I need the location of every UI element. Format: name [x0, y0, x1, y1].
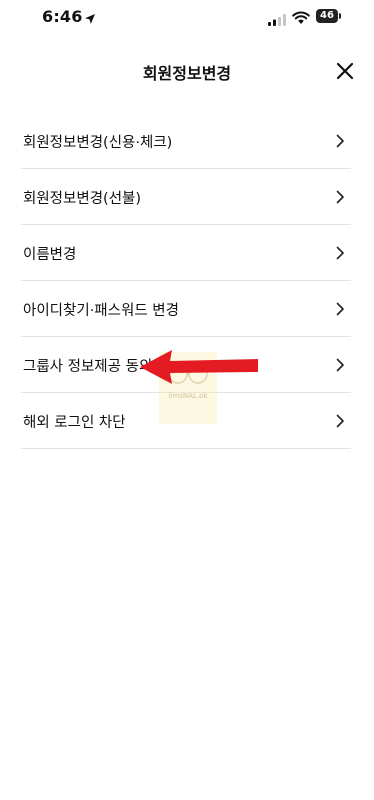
chevron-right-icon [336, 413, 345, 432]
location-arrow-icon [84, 10, 96, 29]
chevron-right-icon [336, 245, 345, 264]
menu-item-label: 아이디찾기·패스워드 변경 [23, 303, 179, 319]
menu-item-find-id-change-password[interactable]: 아이디찾기·패스워드 변경 [21, 281, 351, 337]
menu-item-label: 그룹사 정보제공 동의 [23, 359, 153, 375]
close-button[interactable] [334, 60, 356, 82]
cellular-signal-icon [268, 11, 286, 30]
menu-list: 회원정보변경(신용·체크) 회원정보변경(선불) 이름변경 아이디찾기·패스워드… [21, 113, 351, 449]
status-time: 6:46 [42, 7, 83, 26]
chevron-right-icon [336, 189, 345, 208]
menu-item-member-info-credit-check[interactable]: 회원정보변경(신용·체크) [21, 113, 351, 169]
menu-item-group-info-consent[interactable]: 그룹사 정보제공 동의 [21, 337, 351, 393]
wifi-icon [292, 10, 310, 29]
menu-item-label: 해외 로그인 차단 [23, 415, 126, 431]
menu-item-change-name[interactable]: 이름변경 [21, 225, 351, 281]
status-bar: 6:46 46 [0, 0, 374, 36]
menu-item-label: 회원정보변경(신용·체크) [23, 135, 173, 151]
page-title: 회원정보변경 [142, 64, 232, 83]
close-icon [336, 62, 354, 80]
chevron-right-icon [336, 357, 345, 376]
battery-icon: 46 [316, 9, 338, 23]
header: 회원정보변경 [0, 48, 374, 92]
chevron-right-icon [336, 301, 345, 320]
menu-item-member-info-prepaid[interactable]: 회원정보변경(선불) [21, 169, 351, 225]
chevron-right-icon [336, 133, 345, 152]
battery-cap [339, 13, 341, 19]
menu-item-label: 이름변경 [23, 247, 77, 263]
menu-item-label: 회원정보변경(선불) [23, 191, 142, 207]
menu-item-block-overseas-login[interactable]: 해외 로그인 차단 [21, 393, 351, 449]
